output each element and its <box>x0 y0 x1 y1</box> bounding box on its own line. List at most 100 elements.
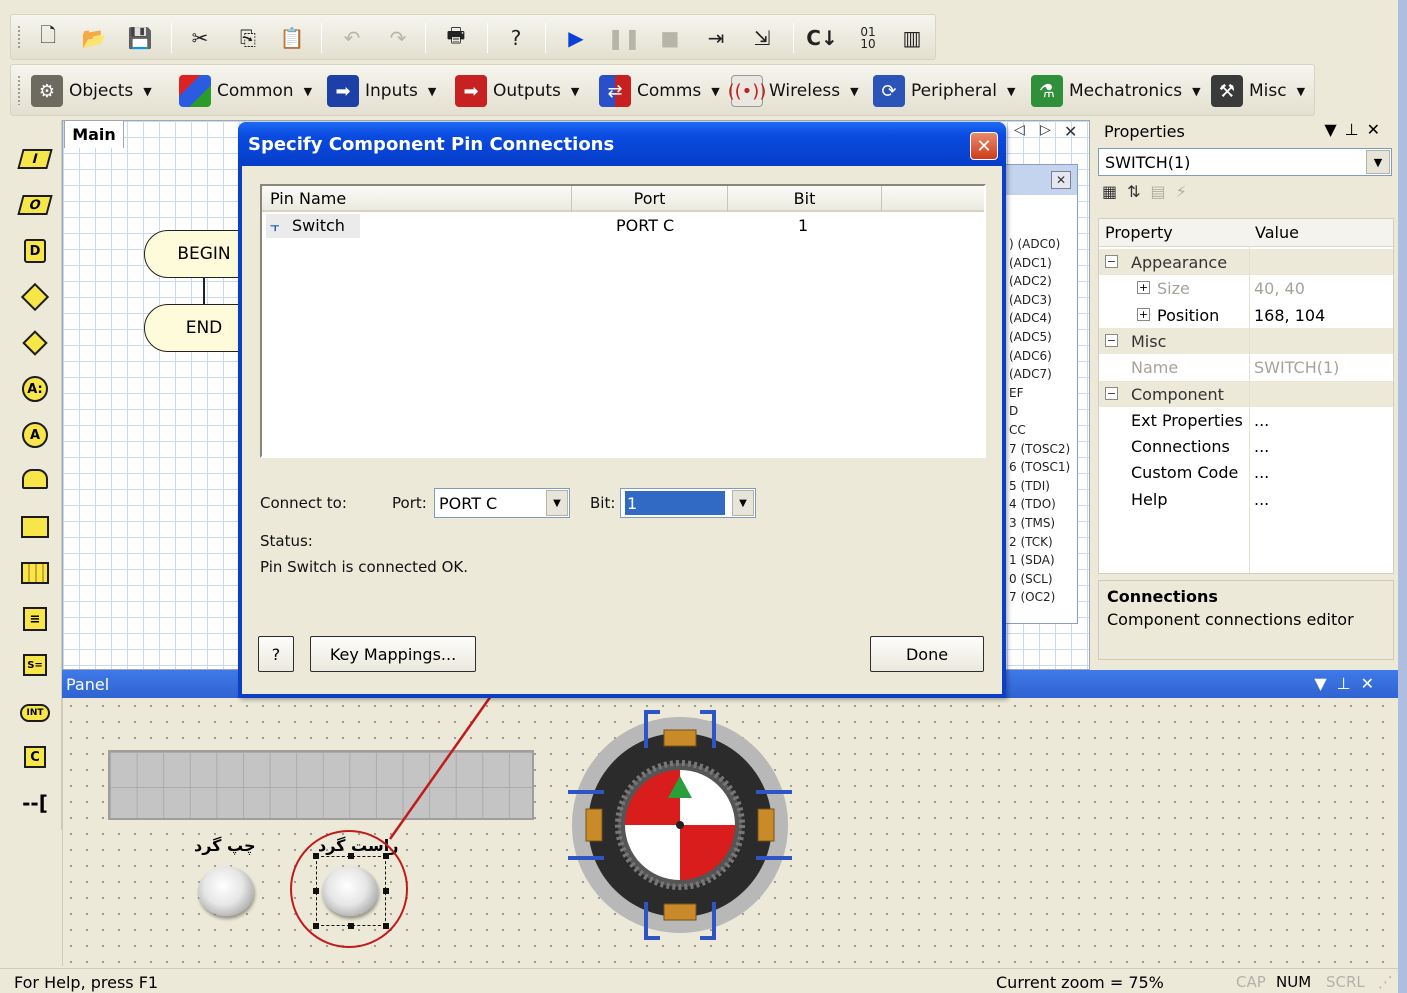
column-divider[interactable] <box>1249 247 1250 573</box>
close-icon[interactable]: ✕ <box>1361 674 1384 693</box>
misc-menu-button[interactable]: ⚒ Misc ▼ <box>1211 73 1305 109</box>
close-icon[interactable]: ✕ <box>1051 171 1071 189</box>
close-icon[interactable]: ✕ <box>970 132 998 160</box>
interrupt-icon[interactable]: INT <box>18 696 52 730</box>
wireless-menu-button[interactable]: ((•)) Wireless ▼ <box>728 73 859 109</box>
bit-column-header[interactable]: Bit <box>728 186 882 212</box>
run-icon[interactable]: ▶ <box>561 23 591 53</box>
chevron-down-icon[interactable]: ▼ <box>546 490 568 516</box>
property-category[interactable]: − Component <box>1099 380 1393 407</box>
port-cell[interactable]: PORT C <box>616 216 674 235</box>
property-row[interactable]: + Position 168, 104 <box>1099 302 1393 328</box>
property-pages-icon[interactable]: ▤ <box>1151 182 1176 201</box>
property-row[interactable]: Connections... <box>1099 433 1393 459</box>
property-row[interactable]: Help... <box>1099 486 1393 512</box>
calculation-icon[interactable]: ≡ <box>18 602 52 636</box>
stepper-motor[interactable] <box>560 700 800 950</box>
paste-icon[interactable]: 📋 <box>277 23 307 53</box>
loop-icon[interactable] <box>18 462 52 496</box>
common-menu-button[interactable]: Common ▼ <box>179 73 312 109</box>
expand-icon[interactable]: + <box>1137 307 1150 321</box>
toolbar-grip[interactable] <box>17 75 21 105</box>
events-icon[interactable]: ⚡ <box>1176 182 1197 201</box>
property-column-header[interactable]: Property <box>1099 219 1249 247</box>
tab-main[interactable]: Main <box>64 120 124 148</box>
property-row[interactable]: Ext Properties... <box>1099 407 1393 433</box>
pin-name-column-header[interactable]: Pin Name <box>262 186 572 212</box>
tab-scroll-left-icon[interactable]: ◁ <box>1014 122 1025 138</box>
c-code-icon[interactable]: C <box>18 740 52 774</box>
property-category[interactable]: − Appearance <box>1099 249 1393 275</box>
decision-icon[interactable] <box>18 280 52 314</box>
property-row[interactable]: + Size 40, 40 <box>1099 275 1393 301</box>
property-value[interactable]: ... <box>1254 490 1269 509</box>
property-value[interactable]: ... <box>1254 437 1269 456</box>
step-into-icon[interactable]: ⇥ <box>701 23 731 53</box>
property-category[interactable]: − Misc <box>1099 327 1393 354</box>
mechatronics-menu-button[interactable]: ⚗ Mechatronics ▼ <box>1031 73 1201 109</box>
outputs-menu-button[interactable]: ➡ Outputs ▼ <box>455 73 579 109</box>
dropdown-icon[interactable]: ▼ <box>1314 674 1336 693</box>
peripheral-menu-button[interactable]: ⟳ Peripheral ▼ <box>873 73 1015 109</box>
step-over-icon[interactable]: ⇲ <box>747 23 777 53</box>
compile-chip-icon[interactable]: ▥ <box>897 23 927 53</box>
tab-scroll-right-icon[interactable]: ▷ <box>1040 122 1051 138</box>
dropdown-icon[interactable]: ▼ <box>1324 120 1344 139</box>
port-select[interactable]: PORT C ▼ <box>434 488 570 518</box>
compile-c-icon[interactable]: C ↓ <box>806 23 837 53</box>
component-select[interactable]: SWITCH(1) ▼ <box>1098 148 1392 176</box>
pause-icon[interactable]: ❚❚ <box>607 23 641 53</box>
stop-icon[interactable]: ■ <box>655 23 685 53</box>
compile-hex-icon[interactable]: 01 10 <box>853 23 883 53</box>
categorized-icon[interactable]: ▦ <box>1102 182 1127 201</box>
bit-select[interactable]: 1 ▼ <box>620 488 756 518</box>
done-button[interactable]: Done <box>870 636 984 672</box>
property-value[interactable]: SWITCH(1) <box>1254 358 1339 377</box>
pin-icon[interactable]: ⊥ <box>1345 120 1367 139</box>
collapse-icon[interactable]: − <box>1105 386 1118 400</box>
connection-point-a-icon[interactable]: A: <box>18 372 52 406</box>
dialog-title-bar[interactable]: Specify Component Pin Connections <box>238 122 1006 166</box>
sort-alpha-icon[interactable]: ⇅ <box>1127 182 1150 201</box>
key-mappings-button[interactable]: Key Mappings... <box>310 636 476 672</box>
value-column-header[interactable]: Value <box>1249 219 1393 247</box>
redo-icon[interactable]: ↷ <box>383 23 413 53</box>
help-button[interactable]: ? <box>258 636 294 672</box>
comment-icon[interactable]: --[ <box>18 786 52 820</box>
property-value[interactable]: ... <box>1254 411 1269 430</box>
print-icon[interactable]: 🖶 <box>441 23 471 53</box>
undo-icon[interactable]: ↶ <box>337 23 367 53</box>
inputs-menu-button[interactable]: ➡ Inputs ▼ <box>327 73 436 109</box>
open-icon[interactable]: 📂 <box>79 23 109 53</box>
output-icon[interactable]: O <box>17 188 53 222</box>
close-icon[interactable]: ✕ <box>1367 120 1388 139</box>
property-row[interactable]: Custom Code... <box>1099 459 1393 485</box>
copy-icon[interactable]: ⎘ <box>233 23 263 53</box>
delay-icon[interactable]: D <box>18 234 52 268</box>
chevron-down-icon[interactable]: ▼ <box>1366 150 1390 174</box>
collapse-icon[interactable]: − <box>1105 333 1118 347</box>
bit-cell[interactable]: 1 <box>798 216 808 235</box>
close-tab-icon[interactable]: ✕ <box>1064 122 1077 141</box>
chevron-down-icon[interactable]: ▼ <box>732 490 754 516</box>
component-macro-icon[interactable] <box>18 556 52 590</box>
property-value[interactable]: 168, 104 <box>1254 306 1325 325</box>
property-row[interactable]: Name SWITCH(1) <box>1099 354 1393 380</box>
port-column-header[interactable]: Port <box>572 186 728 212</box>
help-icon[interactable]: ? <box>501 23 531 53</box>
expand-icon[interactable]: + <box>1137 281 1150 295</box>
collapse-icon[interactable]: − <box>1105 255 1118 268</box>
pin-name-cell[interactable]: Switch <box>292 216 345 235</box>
comms-menu-button[interactable]: ⇄ Comms ▼ <box>599 73 720 109</box>
macro-icon[interactable] <box>18 510 52 544</box>
save-icon[interactable]: 💾 <box>125 23 155 53</box>
input-icon[interactable]: I <box>17 142 53 176</box>
property-value[interactable]: ... <box>1254 463 1269 482</box>
left-push-button[interactable] <box>198 866 254 916</box>
resize-grip-icon[interactable]: ⋰ <box>1378 973 1393 991</box>
pin-icon[interactable]: ⊥ <box>1337 674 1361 693</box>
new-icon[interactable]: 🗋 <box>33 23 63 53</box>
switch-icon[interactable] <box>18 326 52 360</box>
property-value[interactable]: 40, 40 <box>1254 279 1305 298</box>
string-manipulation-icon[interactable]: S= <box>18 648 52 682</box>
